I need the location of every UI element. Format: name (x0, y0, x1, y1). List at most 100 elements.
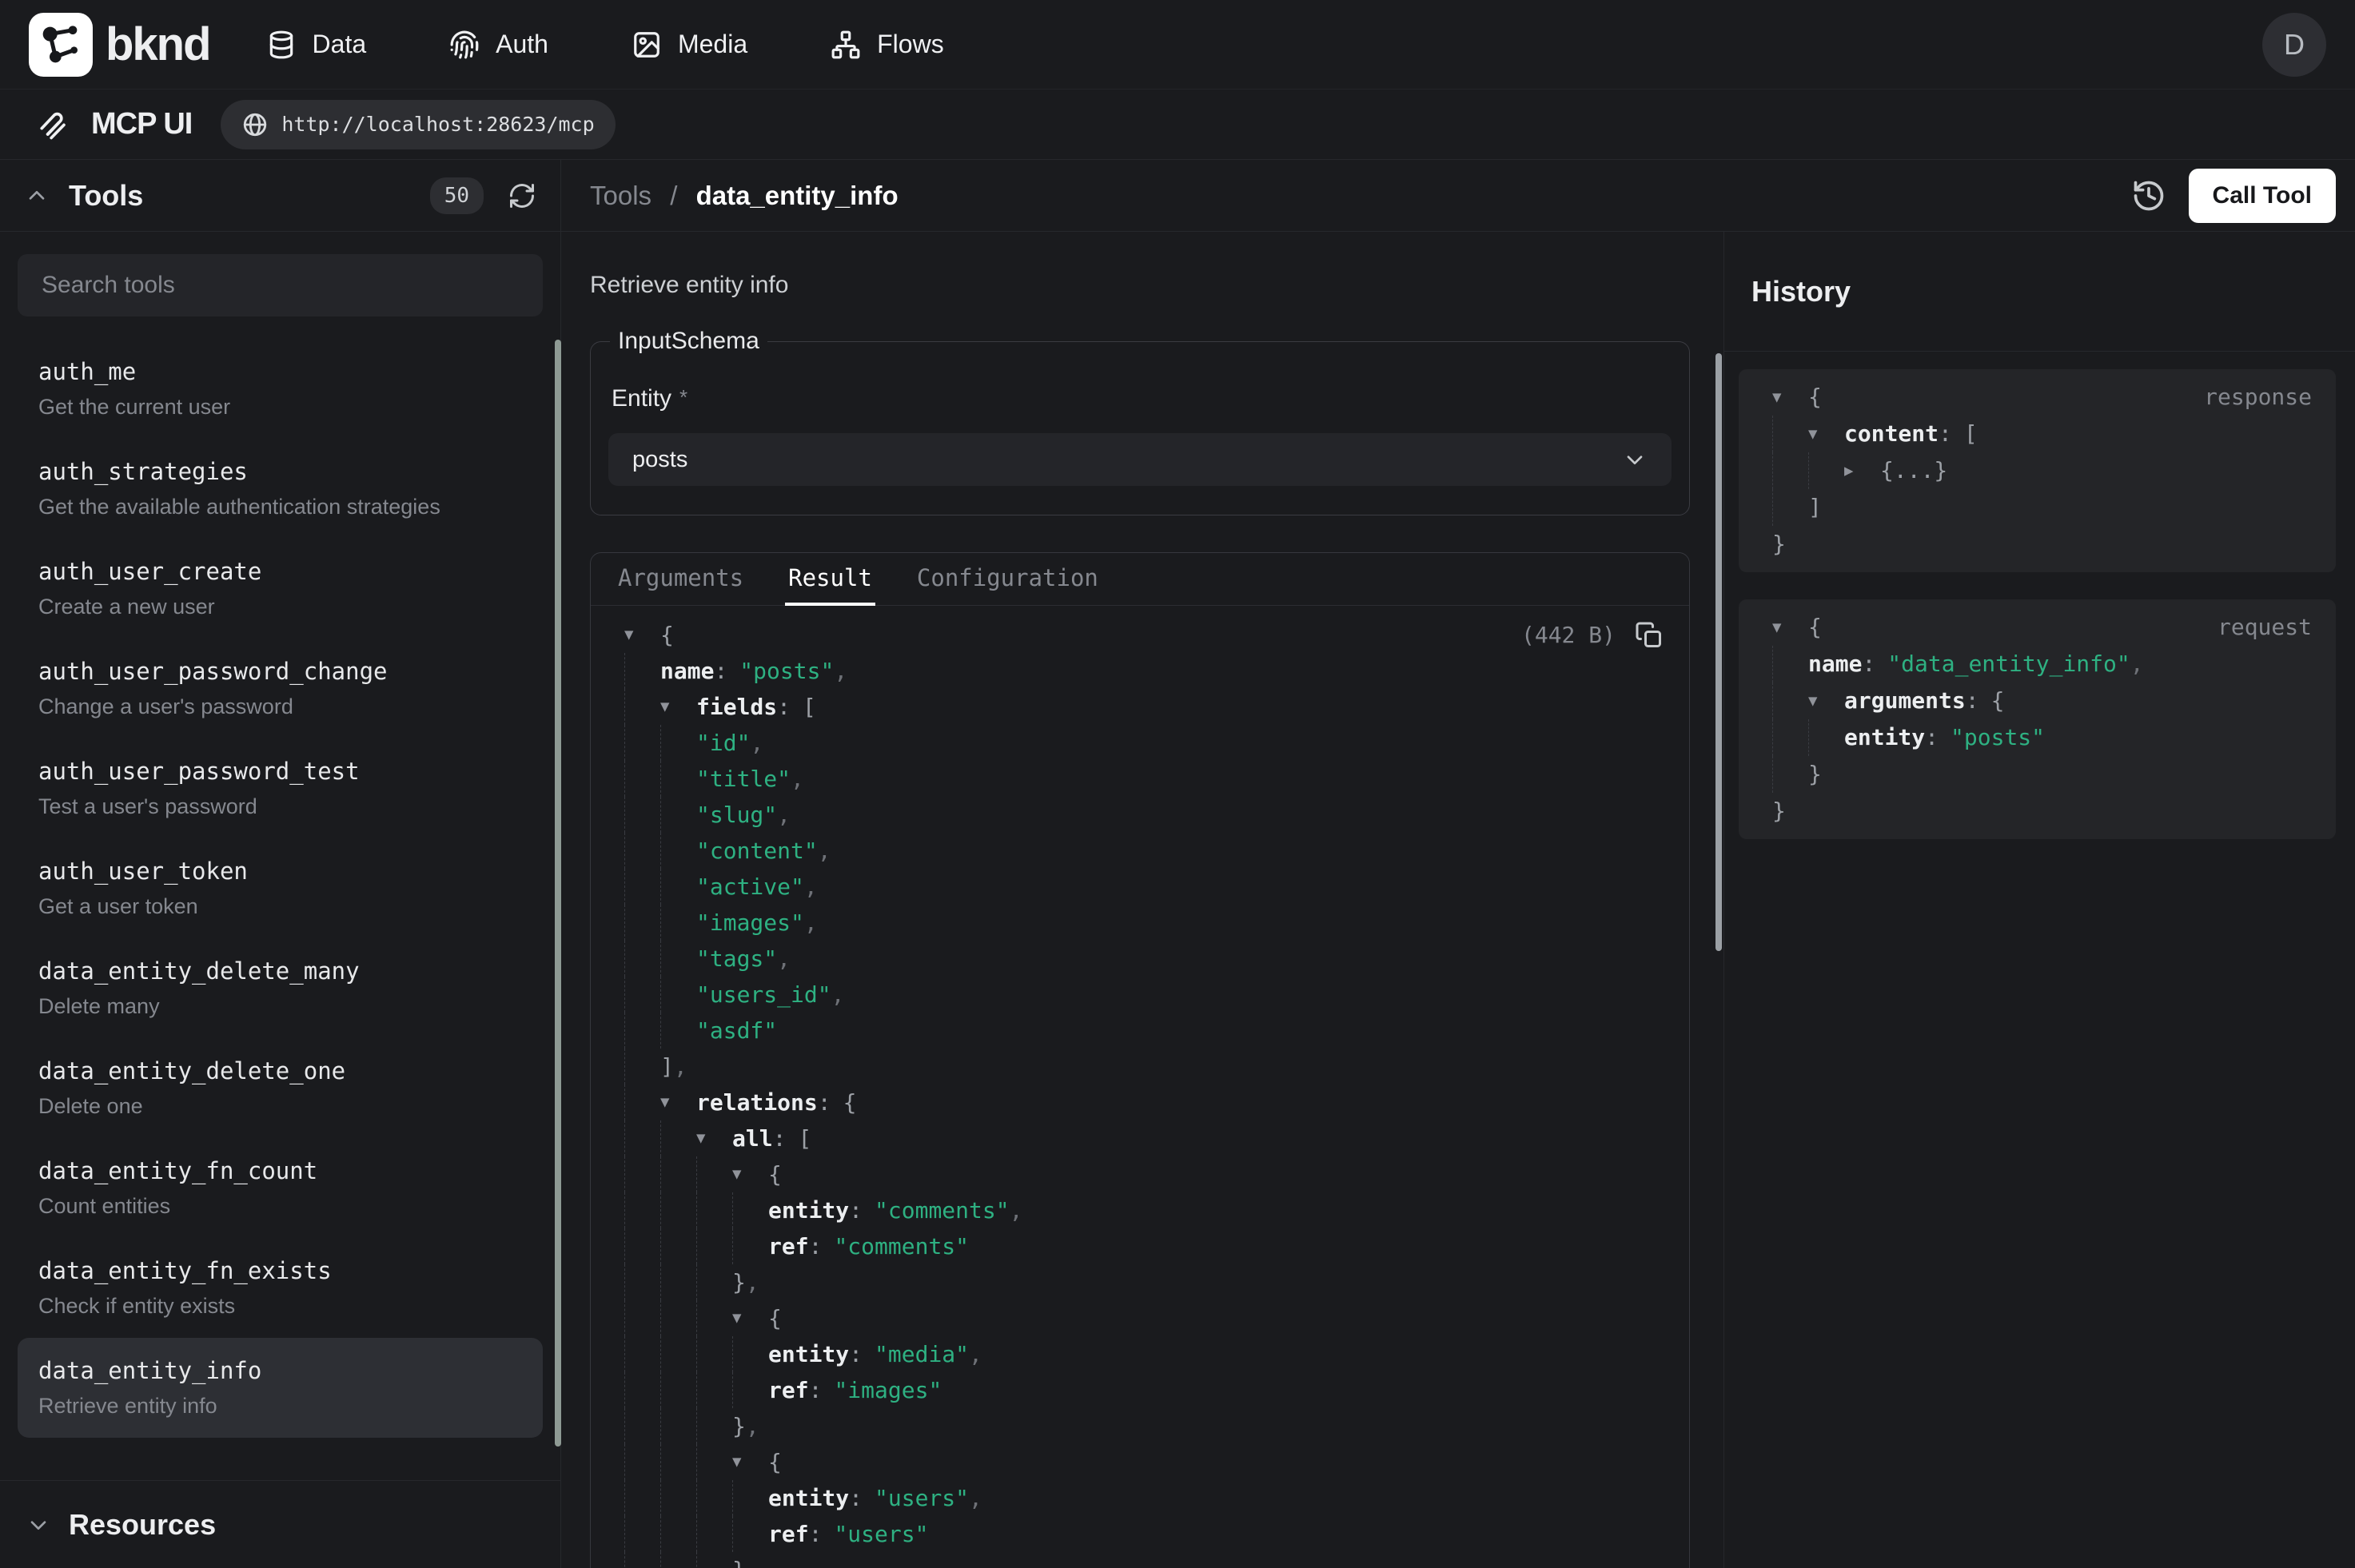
json-bracket: } (1808, 756, 1822, 793)
tool-name: auth_user_password_test (38, 758, 522, 785)
nav-item-data[interactable]: Data (266, 30, 367, 60)
tools-scroll-area: auth_meGet the current userauth_strategi… (0, 232, 560, 1480)
entity-select[interactable]: posts (608, 433, 1672, 486)
json-bracket: { (1991, 683, 2005, 719)
expand-marker[interactable]: ▼ (696, 1120, 732, 1156)
search-input[interactable] (18, 254, 543, 316)
indent-guide (696, 1156, 732, 1192)
nav-item-auth[interactable]: Auth (449, 30, 548, 60)
mcp-url-pill[interactable]: http://localhost:28623/mcp (221, 100, 615, 149)
resources-section-header[interactable]: Resources (0, 1480, 560, 1568)
json-comma: , (777, 797, 791, 833)
sidebar-tool-item[interactable]: data_entity_fn_countCount entities (18, 1138, 543, 1238)
expand-marker[interactable]: ▼ (1772, 379, 1808, 416)
indent-guide (660, 1336, 696, 1372)
expand-marker[interactable]: ▼ (1772, 609, 1808, 646)
sidebar-tool-item[interactable]: auth_user_createCreate a new user (18, 539, 543, 639)
indent-guide (660, 905, 696, 941)
sidebar-tool-item[interactable]: auth_strategiesGet the available authent… (18, 439, 543, 539)
indent-guide (1772, 683, 1808, 719)
sidebar-tool-item[interactable]: data_entity_fn_existsCheck if entity exi… (18, 1238, 543, 1338)
sidebar-tool-item[interactable]: auth_user_password_changeChange a user's… (18, 639, 543, 738)
sidebar-tool-item[interactable]: auth_meGet the current user (18, 339, 543, 439)
indent-guide (624, 1264, 660, 1300)
nav-items: Data Auth Media Flows (266, 30, 944, 60)
nav-item-media[interactable]: Media (632, 30, 747, 60)
indent-guide (1772, 756, 1808, 793)
sidebar-scrollbar-thumb[interactable] (555, 340, 561, 1447)
history-button[interactable] (2131, 178, 2166, 213)
tools-sidebar: Tools 50 auth_meGet the current userauth… (0, 160, 561, 1568)
json-string-value: "asdf" (696, 1013, 777, 1049)
json-line: entity:"users", (615, 1480, 1665, 1516)
breadcrumb-current: data_entity_info (696, 181, 899, 210)
indent-guide (696, 1228, 732, 1264)
tab-configuration[interactable]: Configuration (914, 554, 1102, 606)
expand-marker[interactable]: ▼ (1808, 416, 1844, 452)
nav-item-flows[interactable]: Flows (831, 30, 944, 60)
json-string-value: "images" (834, 1372, 942, 1408)
history-entry[interactable]: ▼{requestname:"data_entity_info",▼argume… (1739, 599, 2336, 839)
json-line: } (1763, 756, 2312, 793)
indent-guide (660, 1156, 696, 1192)
expand-marker[interactable]: ▼ (732, 1444, 768, 1480)
json-bracket: [ (803, 689, 816, 725)
tool-description: Retrieve entity info (590, 272, 1690, 299)
mcp-url: http://localhost:28623/mcp (281, 113, 594, 136)
expand-marker[interactable]: ▼ (732, 1156, 768, 1192)
tab-result[interactable]: Result (785, 554, 875, 606)
tool-description: Change a user's password (38, 694, 522, 719)
json-colon: : (809, 1228, 823, 1264)
json-string-value: "slug" (696, 797, 777, 833)
json-line: ▼{request (1763, 609, 2312, 646)
bknd-logo[interactable]: bknd (29, 11, 210, 78)
refresh-tools-button[interactable] (508, 181, 536, 210)
tool-name: data_entity_fn_exists (38, 1257, 522, 1284)
json-colon: : (809, 1372, 823, 1408)
result-meta: (442 B) (1521, 617, 1665, 653)
json-colon: : (773, 1120, 787, 1156)
call-tool-button[interactable]: Call Tool (2189, 169, 2336, 223)
json-string-value: "users_id" (696, 977, 831, 1013)
chevron-down-icon (1622, 447, 1648, 472)
json-string-value: "active" (696, 869, 804, 905)
json-colon: : (809, 1516, 823, 1552)
indent-guide (696, 1516, 732, 1552)
json-key: fields (696, 689, 777, 725)
history-entry[interactable]: ▼{response▼content:[▶{...}]} (1739, 369, 2336, 572)
sidebar-tool-item[interactable]: data_entity_infoRetrieve entity info (18, 1338, 543, 1438)
json-comma: , (1010, 1192, 1023, 1228)
expand-marker[interactable]: ▼ (660, 1084, 696, 1120)
expand-marker[interactable]: ▼ (1808, 683, 1844, 719)
sidebar-tool-item[interactable]: data_entity_delete_oneDelete one (18, 1038, 543, 1138)
collapse-tools-button[interactable] (24, 183, 50, 209)
content-scrollbar-thumb[interactable] (1715, 353, 1722, 951)
expand-marker[interactable]: ▼ (732, 1300, 768, 1336)
json-line: ▼arguments:{ (1763, 683, 2312, 719)
indent-guide (624, 689, 660, 725)
expand-marker[interactable]: ▼ (624, 617, 660, 653)
image-icon (632, 30, 662, 60)
indent-guide (696, 1444, 732, 1480)
json-colon: : (1862, 646, 1875, 683)
sidebar-tool-item[interactable]: auth_user_tokenGet a user token (18, 838, 543, 938)
json-key: entity (768, 1480, 849, 1516)
sidebar-tool-item[interactable]: auth_user_password_testTest a user's pas… (18, 738, 543, 838)
required-marker: * (679, 385, 687, 409)
json-comma: , (831, 977, 845, 1013)
user-avatar[interactable]: D (2262, 13, 2326, 77)
copy-button[interactable] (1635, 621, 1664, 650)
indent-guide (1808, 719, 1844, 756)
sidebar-tool-item[interactable]: data_entity_delete_manyDelete many (18, 938, 543, 1038)
json-line: name:"posts", (615, 653, 1665, 689)
indent-guide (660, 1013, 696, 1049)
chevron-down-icon (26, 1512, 51, 1538)
breadcrumb-tools[interactable]: Tools (590, 181, 652, 210)
indent-guide (696, 1552, 732, 1568)
expand-marker[interactable]: ▶ (1844, 452, 1880, 489)
tool-description: Get a user token (38, 894, 522, 919)
expand-marker[interactable]: ▼ (660, 689, 696, 725)
json-comma: , (2130, 646, 2144, 683)
tab-arguments[interactable]: Arguments (615, 554, 747, 606)
json-line: } (615, 1552, 1665, 1568)
